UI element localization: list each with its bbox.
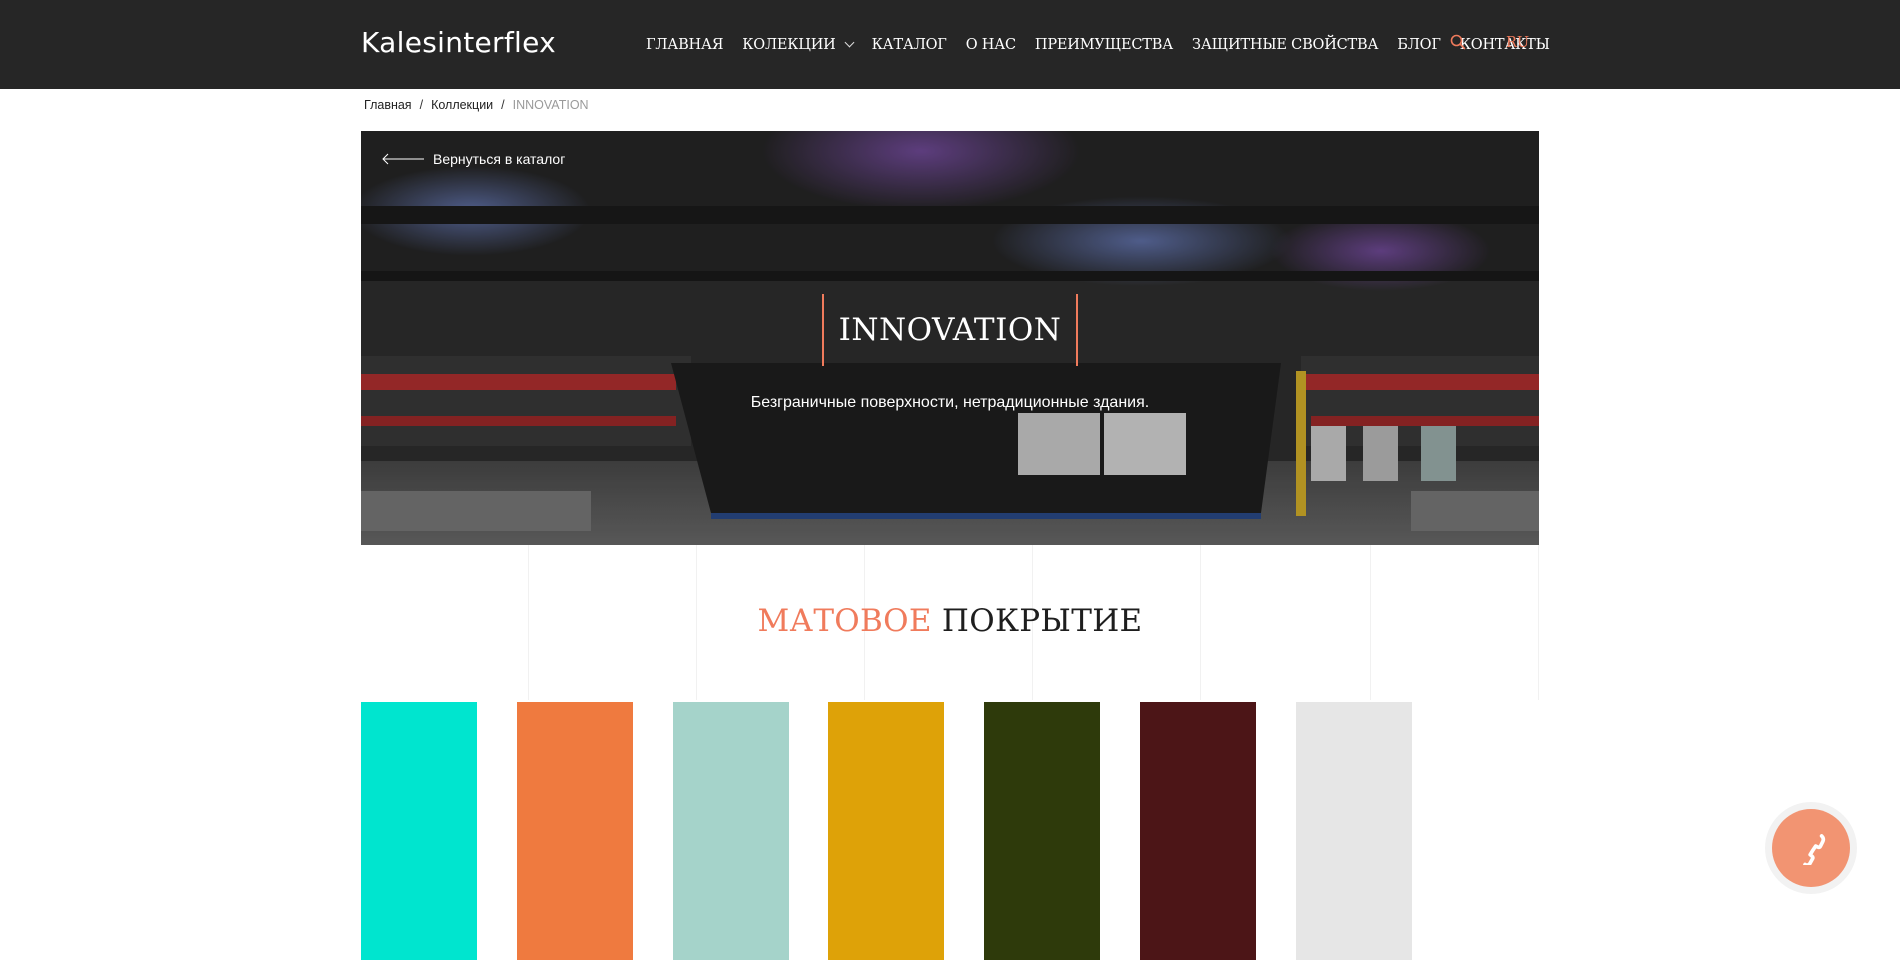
nav-item-contacts[interactable]: КОНТАКТЫ [1460, 37, 1550, 53]
section-title: МАТОВОЕ ПОКРЫТИЕ [0, 603, 1900, 639]
section-title-rest: ПОКРЫТИЕ [941, 603, 1143, 639]
breadcrumb-collections[interactable]: Коллекции [431, 98, 493, 112]
call-button[interactable] [1765, 802, 1857, 894]
back-to-catalog-label: Вернуться в каталог [433, 151, 566, 167]
nav-item-collections[interactable]: КОЛЕКЦИИ [742, 36, 855, 53]
nav-item-label: ПРЕИМУЩЕСТВА [1034, 36, 1173, 53]
breadcrumb-separator: / [419, 98, 424, 112]
nav-item-label: КОЛЕКЦИИ [742, 36, 836, 53]
back-to-catalog-link[interactable]: Вернуться в каталог [381, 151, 565, 167]
color-swatch[interactable] [517, 702, 633, 960]
search-icon[interactable] [1450, 34, 1466, 50]
language-switcher[interactable]: RU [1506, 35, 1529, 51]
breadcrumb-separator: / [501, 98, 505, 112]
nav-item-home[interactable]: ГЛАВНАЯ [646, 37, 723, 53]
color-swatch[interactable] [1140, 702, 1256, 960]
color-swatch[interactable] [984, 702, 1100, 960]
color-swatch[interactable] [1296, 702, 1412, 960]
color-swatch[interactable] [361, 702, 477, 960]
color-swatch[interactable] [828, 702, 944, 960]
color-swatch[interactable] [673, 702, 789, 960]
hero-title-frame: INNOVATION [822, 294, 1078, 366]
arrow-left-icon [382, 153, 424, 165]
nav-item-label: КОНТАКТЫ [1459, 36, 1550, 53]
nav-item-advantages[interactable]: ПРЕИМУЩЕСТВА [1035, 37, 1173, 53]
phone-icon [1803, 834, 1826, 865]
nav-item-about[interactable]: О НАС [966, 37, 1016, 53]
section-title-accent: МАТОВОЕ [757, 603, 932, 639]
chevron-down-icon [844, 37, 855, 48]
nav-item-label: О НАС [965, 36, 1016, 53]
main-nav: ГЛАВНАЯ КОЛЕКЦИИ КАТАЛОГ О НАС ПРЕИМУЩЕС… [646, 0, 1569, 89]
breadcrumb-home[interactable]: Главная [364, 98, 412, 112]
hero-banner: Вернуться в каталог INNOVATION Безгранич… [361, 131, 1539, 545]
nav-item-protective-properties[interactable]: ЗАЩИТНЫЕ СВОЙСТВА [1192, 37, 1378, 53]
hero-subtitle: Безграничные поверхности, нетрадиционные… [750, 394, 1150, 411]
hero-title: INNOVATION [838, 312, 1062, 348]
nav-item-label: ЗАЩИТНЫЕ СВОЙСТВА [1192, 36, 1379, 53]
site-logo[interactable]: Kalesinterflex [361, 26, 556, 59]
nav-item-catalog[interactable]: КАТАЛОГ [872, 37, 947, 53]
call-button-circle [1772, 809, 1850, 887]
nav-item-blog[interactable]: БЛОГ [1397, 36, 1441, 53]
breadcrumb-current: INNOVATION [512, 98, 589, 112]
breadcrumb: Главная / Коллекции / INNOVATION [364, 98, 589, 112]
nav-item-label: КАТАЛОГ [871, 36, 947, 53]
nav-item-label: ГЛАВНАЯ [646, 36, 724, 53]
site-header: Kalesinterflex ГЛАВНАЯ КОЛЕКЦИИ КАТАЛОГ … [0, 0, 1900, 89]
nav-item-label: БЛОГ [1397, 36, 1441, 53]
